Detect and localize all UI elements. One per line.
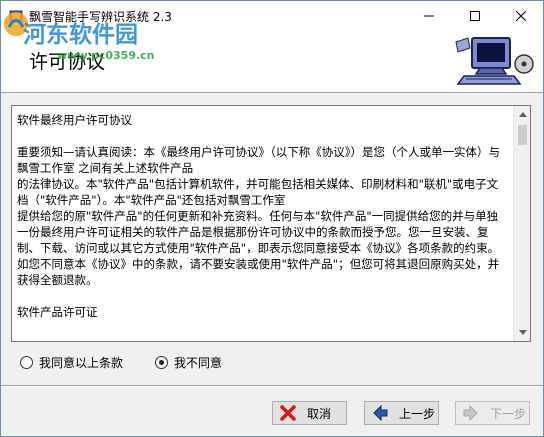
close-icon: [515, 11, 526, 21]
scroll-down-button[interactable]: [514, 324, 530, 341]
back-button-label: 上一步: [399, 406, 436, 421]
maximize-button[interactable]: [452, 1, 497, 31]
arrow-left-icon: [371, 404, 389, 422]
license-scrollbar[interactable]: [513, 106, 530, 341]
watermark-url: www.pc0359.cn: [57, 49, 155, 62]
maximize-icon: [469, 11, 480, 21]
cancel-button[interactable]: 取消: [272, 401, 347, 425]
next-button[interactable]: 下一步: [455, 401, 530, 425]
disagree-radio-label[interactable]: 我不同意: [174, 354, 222, 371]
scroll-thumb[interactable]: [518, 125, 527, 145]
disagree-radio-circle[interactable]: [155, 356, 168, 369]
cancel-x-icon: [279, 404, 297, 422]
license-text: 软件最终用户许可协议 重要须知—请认真阅读：本《最终用户许可协议》（以下称《协议…: [17, 113, 500, 319]
chevron-up-icon: [518, 112, 527, 117]
agree-radio-circle[interactable]: [20, 356, 33, 369]
license-text-area[interactable]: 软件最终用户许可协议 重要须知—请认真阅读：本《最终用户许可协议》（以下称《协议…: [11, 105, 531, 342]
arrow-right-icon: [462, 404, 480, 422]
agree-radio-label[interactable]: 我同意以上条款: [39, 354, 123, 371]
computer-illustration-icon: [454, 34, 534, 90]
watermark-text: 河东软件园: [23, 22, 138, 48]
wizard-header: 许可协议 河东软件园 www.pc0359.cn: [1, 12, 543, 93]
next-button-label: 下一步: [490, 406, 527, 421]
chevron-down-icon: [518, 330, 527, 335]
close-button[interactable]: [498, 1, 543, 31]
cancel-button-label: 取消: [307, 406, 332, 421]
minimize-button[interactable]: [406, 1, 451, 31]
footer-divider: [1, 385, 543, 387]
scroll-up-button[interactable]: [514, 106, 530, 123]
back-button[interactable]: 上一步: [364, 401, 439, 425]
installer-window: 飘雪智能手写辨识系统 2.3 许可协议 河东软件园 www.pc0359.cn: [0, 0, 544, 437]
minimize-icon: [423, 15, 434, 17]
agree-radio[interactable]: 我同意以上条款: [20, 354, 123, 371]
disagree-radio[interactable]: 我不同意: [155, 354, 222, 371]
